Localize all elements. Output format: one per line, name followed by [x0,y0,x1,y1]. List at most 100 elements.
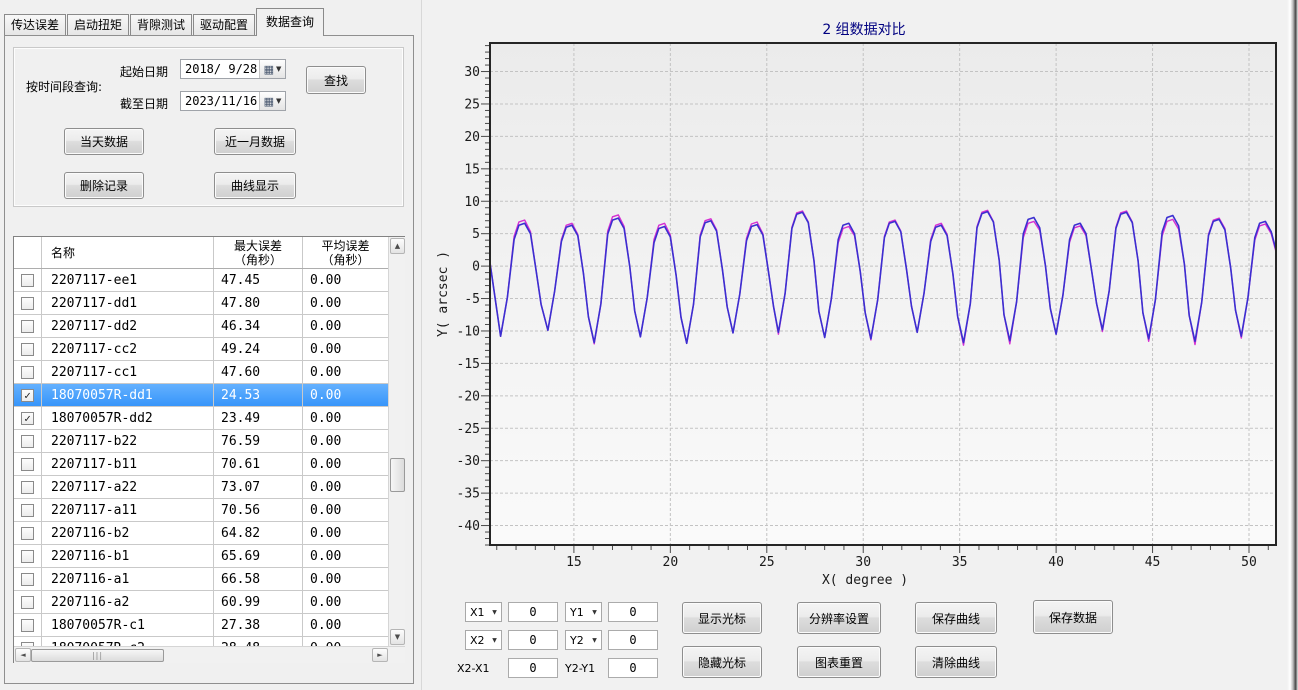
tab-drive-config[interactable]: 驱动配置 [193,14,255,35]
today-data-button[interactable]: 当天数据 [64,128,144,155]
row-checkbox[interactable] [21,527,34,540]
table-row[interactable]: 2207117-ee147.450.00 [14,269,388,292]
show-cursor-button[interactable]: 显示光标 [682,602,762,634]
y1-dropdown[interactable]: Y1 ▼ [565,602,602,622]
row-checkbox[interactable] [21,458,34,471]
row-checkbox[interactable] [21,596,34,609]
end-date-picker-button[interactable]: ▦ ▼ [259,92,285,110]
table-row[interactable]: ✓18070057R-dd124.530.00 [14,384,388,407]
results-table: 名称 最大误差 （角秒） 平均误差 （角秒） 2207117-ee147.450… [13,236,405,663]
scroll-right-icon: ► [377,651,382,659]
x1-dropdown[interactable]: X1 ▼ [465,602,502,622]
y2-dropdown[interactable]: Y2 ▼ [565,630,602,650]
tab-transmission-error[interactable]: 传达误差 [4,14,66,35]
table-row[interactable]: 2207116-a260.990.00 [14,591,388,614]
table-row[interactable]: 18070057R-c228.480.00 [14,637,388,646]
table-header: 名称 最大误差 （角秒） 平均误差 （角秒） [14,237,388,269]
tab-backlash-test[interactable]: 背隙测试 [130,14,192,35]
x1-value-field[interactable]: 0 [508,602,558,622]
table-row[interactable]: 2207116-b165.690.00 [14,545,388,568]
svg-text:25: 25 [464,97,480,112]
row-checkbox-cell: ✓ [14,407,42,429]
row-name: 2207117-a22 [42,476,214,498]
table-row[interactable]: 2207117-dd246.340.00 [14,315,388,338]
chevron-down-icon: ▼ [488,609,501,616]
table-row[interactable]: 2207116-a166.580.00 [14,568,388,591]
header-name: 名称 [42,237,214,268]
clear-curve-button[interactable]: 清除曲线 [915,646,997,678]
row-name: 18070057R-c2 [42,637,214,646]
row-checkbox[interactable] [21,550,34,563]
table-row[interactable]: 2207117-a2273.070.00 [14,476,388,499]
scroll-down-button[interactable]: ▼ [390,629,405,645]
svg-text:15: 15 [566,555,582,570]
table-row[interactable]: ✓18070057R-dd223.490.00 [14,407,388,430]
table-row[interactable]: 2207117-dd147.800.00 [14,292,388,315]
table-row[interactable]: 2207117-cc249.240.00 [14,338,388,361]
chart-reset-button[interactable]: 图表重置 [797,646,881,678]
svg-text:25: 25 [759,555,775,570]
end-date-value: 2023/11/16 [181,94,259,108]
search-button[interactable]: 查找 [306,66,366,94]
table-row[interactable]: 2207117-b1170.610.00 [14,453,388,476]
row-checkbox[interactable] [21,435,34,448]
start-date-picker-button[interactable]: ▦ ▼ [259,60,285,78]
horizontal-scroll-thumb[interactable]: ||| [31,649,164,662]
scroll-up-button[interactable]: ▲ [390,238,405,254]
start-date-field[interactable]: 2018/ 9/28 ▦ ▼ [180,59,286,79]
svg-text:50: 50 [1241,555,1257,570]
resolution-settings-button[interactable]: 分辨率设置 [797,602,881,634]
row-max-error: 66.58 [214,568,303,590]
row-checkbox[interactable]: ✓ [21,389,34,402]
delta-y-field[interactable]: 0 [608,658,658,678]
table-row[interactable]: 2207117-a1170.560.00 [14,499,388,522]
row-checkbox-cell [14,499,42,521]
save-curve-button[interactable]: 保存曲线 [915,602,997,634]
row-avg-error: 0.00 [303,453,388,475]
x2-value-field[interactable]: 0 [508,630,558,650]
row-name: 2207117-dd2 [42,315,214,337]
table-vertical-scrollbar[interactable]: ▲ ▼ [388,237,405,646]
table-horizontal-scrollbar[interactable]: ◄ ||| ► [14,646,405,663]
row-checkbox[interactable] [21,274,34,287]
curve-display-button[interactable]: 曲线显示 [214,172,296,199]
row-checkbox[interactable] [21,573,34,586]
row-checkbox-cell [14,476,42,498]
y1-value-field[interactable]: 0 [608,602,658,622]
table-row[interactable]: 2207116-b264.820.00 [14,522,388,545]
row-avg-error: 0.00 [303,430,388,452]
row-checkbox[interactable]: ✓ [21,412,34,425]
row-avg-error: 0.00 [303,545,388,567]
scroll-right-button[interactable]: ► [372,648,388,662]
header-max-error: 最大误差 （角秒） [214,237,303,268]
row-checkbox[interactable] [21,504,34,517]
tab-data-query[interactable]: 数据查询 [256,8,324,36]
table-row[interactable]: 2207117-cc147.600.00 [14,361,388,384]
row-checkbox[interactable] [21,366,34,379]
svg-text:15: 15 [464,162,480,177]
month-data-button[interactable]: 近一月数据 [214,128,296,155]
delete-record-button[interactable]: 删除记录 [64,172,144,199]
hide-cursor-button[interactable]: 隐藏光标 [682,646,762,678]
tab-start-torque[interactable]: 启动扭矩 [67,14,129,35]
vertical-scroll-thumb[interactable] [390,458,405,492]
row-checkbox[interactable] [21,619,34,632]
delta-x-field[interactable]: 0 [508,658,558,678]
end-date-field[interactable]: 2023/11/16 ▦ ▼ [180,91,286,111]
row-name: 2207117-ee1 [42,269,214,291]
table-row[interactable]: 18070057R-c127.380.00 [14,614,388,637]
row-checkbox[interactable] [21,320,34,333]
row-checkbox[interactable] [21,343,34,356]
chart-canvas[interactable]: 1520253035404550302520151050-5-10-15-20-… [430,35,1298,590]
scroll-left-button[interactable]: ◄ [15,648,31,662]
row-name: 2207117-cc2 [42,338,214,360]
x2-dropdown[interactable]: X2 ▼ [465,630,502,650]
row-checkbox-cell [14,269,42,291]
table-row[interactable]: 2207117-b2276.590.00 [14,430,388,453]
row-checkbox[interactable] [21,297,34,310]
save-data-button[interactable]: 保存数据 [1033,600,1113,634]
row-checkbox[interactable] [21,481,34,494]
row-max-error: 65.69 [214,545,303,567]
svg-text:40: 40 [1048,555,1064,570]
y2-value-field[interactable]: 0 [608,630,658,650]
